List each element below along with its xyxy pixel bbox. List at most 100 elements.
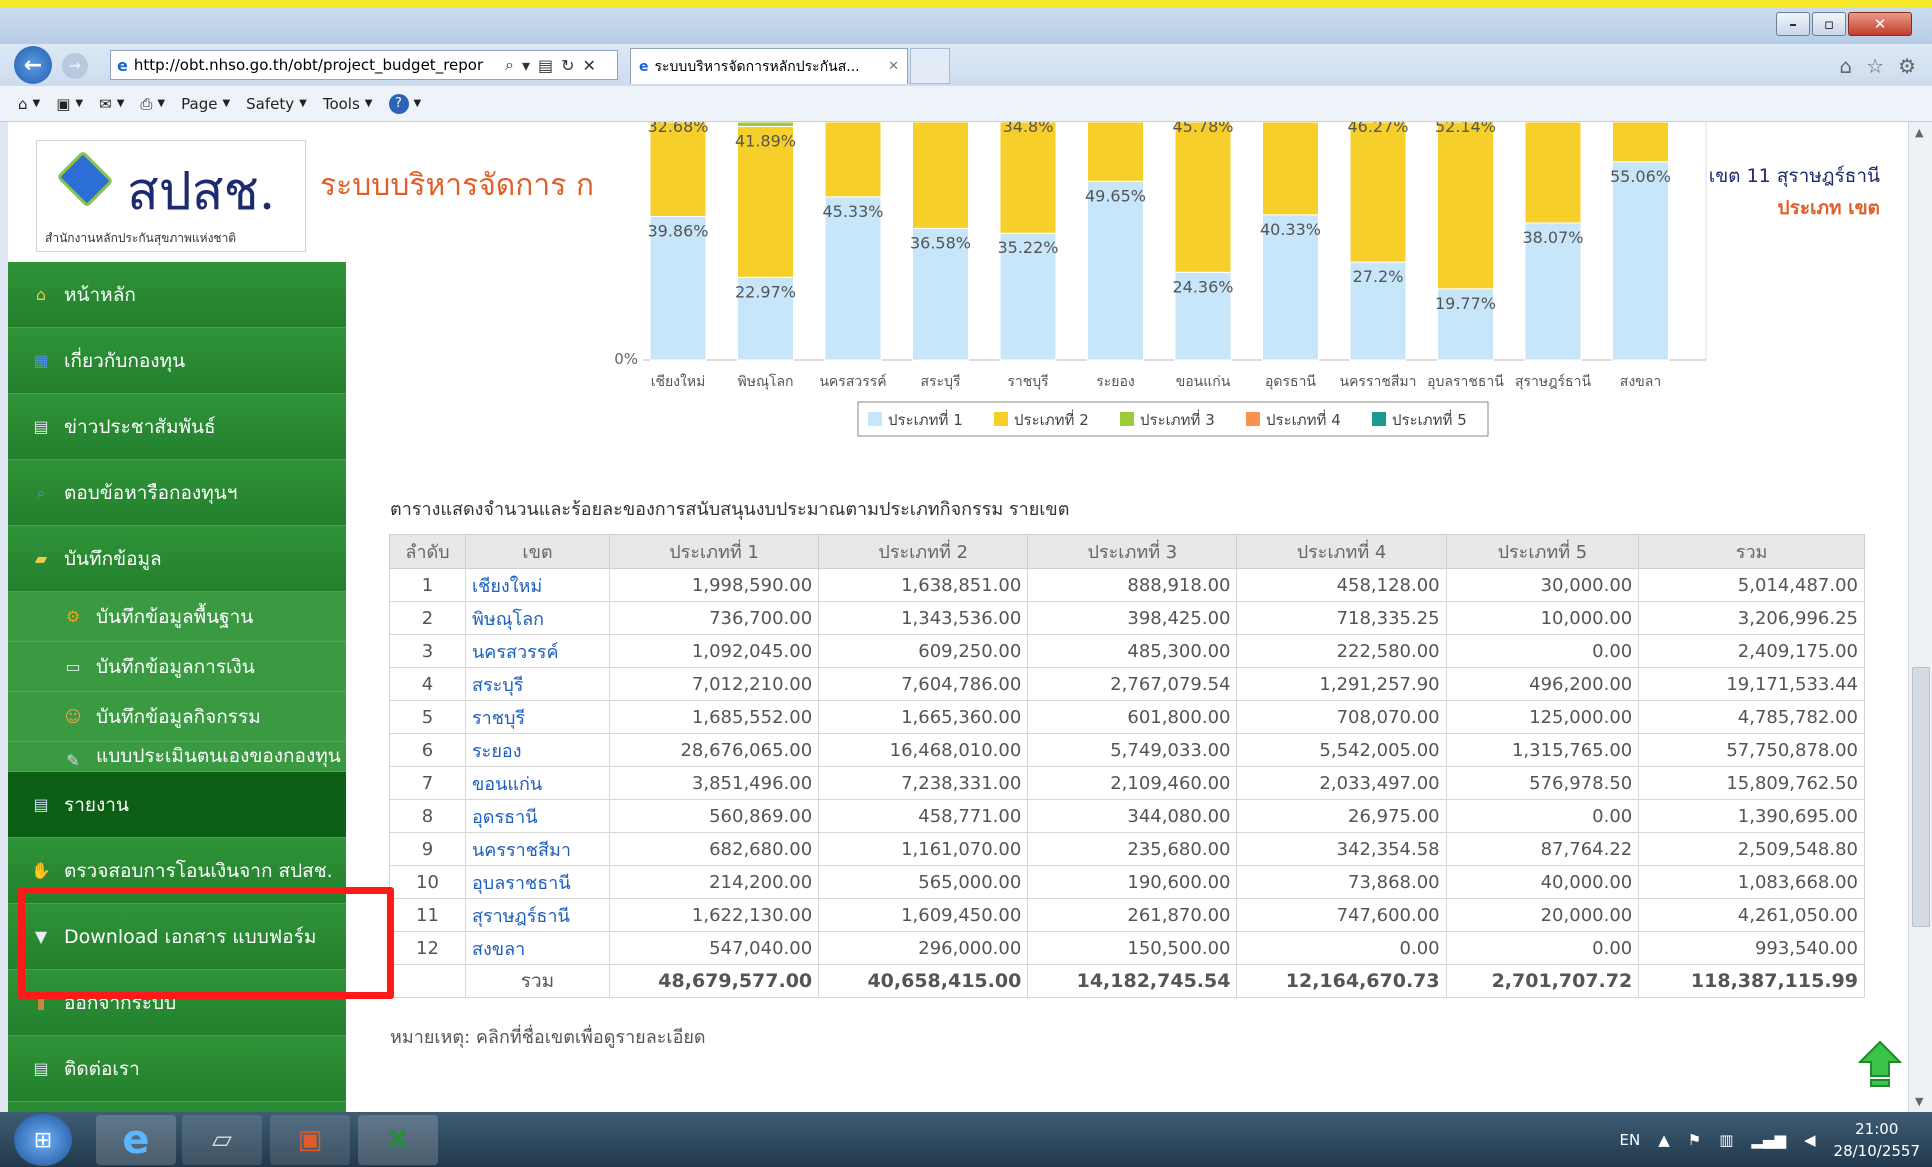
signal-icon[interactable]: ▂▄▆ [1751, 1131, 1786, 1149]
region-link[interactable]: สระบุรี [465, 667, 610, 701]
help-menu[interactable]: ? ▼ [388, 93, 421, 114]
region-link[interactable]: สุราษฎร์ธานี [465, 898, 610, 932]
favorites-star-icon[interactable]: ☆ [1866, 54, 1884, 78]
table-cell: 12 [389, 931, 466, 965]
y-tick-label: 0% [614, 350, 638, 368]
sidebar-item-label: ตรวจสอบการโอนเงินจาก สปสช. [64, 859, 333, 882]
table-cell: 1,622,130.00 [608, 898, 820, 932]
tray-expand-icon[interactable]: ▲ [1658, 1131, 1670, 1149]
table-row: 8 อุดรธานี 560,869.00 458,771.00 344,080.00 2… [389, 799, 1865, 833]
minimize-button[interactable]: – [1776, 12, 1810, 36]
region-link[interactable]: ขอนแก่น [465, 766, 610, 800]
region-link[interactable]: สงขลา [465, 931, 610, 965]
column-header: เขต [465, 534, 610, 569]
close-tab-icon[interactable]: ✕ [888, 59, 899, 74]
scroll-to-top-arrow-icon[interactable] [1858, 1040, 1902, 1092]
taskbar-excel-icon[interactable]: X [358, 1115, 438, 1165]
new-tab-button[interactable] [910, 48, 950, 84]
refresh-icon[interactable]: ↻ [561, 56, 574, 75]
table-cell: 296,000.00 [818, 931, 1029, 965]
forward-button[interactable]: → [62, 53, 88, 79]
page-scrollbar[interactable]: ▲ ▼ [1908, 122, 1932, 1112]
bar-segment [737, 122, 794, 128]
action-center-icon[interactable]: ⚑ [1688, 1131, 1701, 1149]
maximize-button[interactable]: ▫ [1812, 12, 1846, 36]
start-button[interactable]: ⊞ [14, 1114, 72, 1166]
volume-icon[interactable]: ◀ [1804, 1131, 1816, 1149]
language-indicator[interactable]: EN [1619, 1131, 1640, 1149]
tools-menu[interactable]: Tools ▼ [323, 95, 373, 113]
table-cell: 1,609,450.00 [818, 898, 1029, 932]
table-row: 2 พิษณุโลก 736,700.00 1,343,536.00 398,425.0… [389, 601, 1865, 635]
sidebar-item-label: รายงาน [64, 793, 129, 816]
browser-tab[interactable]: e ระบบบริหารจัดการหลักประกันส... ✕ [630, 48, 908, 84]
table-cell: 0.00 [1445, 931, 1640, 965]
sidebar-item-label: ข่าวประชาสัมพันธ์ [64, 415, 216, 438]
region-link[interactable]: พิษณุโลก [465, 601, 610, 635]
network-icon[interactable]: ▥ [1719, 1131, 1733, 1149]
sidebar-item-3[interactable]: ▤ ข่าวประชาสัมพันธ์ [8, 394, 346, 460]
region-link[interactable]: ระยอง [465, 733, 610, 767]
sidebar-item-8[interactable]: ☺ บันทึกข้อมูลกิจกรรม [8, 692, 346, 742]
data-label: 49.65% [1085, 186, 1146, 205]
table-cell: 7,012,210.00 [608, 667, 820, 701]
taskbar-ie-icon[interactable]: e [96, 1115, 176, 1165]
dropdown-icon[interactable]: ▾ [522, 56, 530, 75]
page-menu[interactable]: Page ▼ [181, 95, 230, 113]
table-cell: 30,000.00 [1445, 568, 1640, 602]
x-tick-label: สงขลา [1620, 374, 1661, 390]
feeds-menu[interactable]: ▣ ▼ [56, 95, 83, 113]
table-cell: 993,540.00 [1638, 931, 1865, 965]
table-cell: 496,200.00 [1445, 667, 1640, 701]
sidebar-item-9[interactable]: ✎ แบบประเมินตนเองของกองทุน [8, 742, 346, 772]
data-label: 27.2% [1353, 267, 1404, 286]
compat-view-icon[interactable]: ▤ [538, 56, 553, 75]
scrollbar-thumb[interactable] [1912, 667, 1930, 927]
clock[interactable]: 21:00 28/10/2557 [1834, 1118, 1920, 1162]
sidebar-item-5[interactable]: ▰ บันทึกข้อมูล [8, 526, 346, 592]
data-label: 34.8% [1003, 122, 1054, 136]
home-icon[interactable]: ⌂ [1839, 54, 1852, 78]
region-link[interactable]: ราชบุรี [465, 700, 610, 734]
table-cell: 565,000.00 [818, 865, 1029, 899]
table-cell: 15,809,762.50 [1638, 766, 1865, 800]
scroll-down-arrow-icon[interactable]: ▼ [1915, 1095, 1923, 1108]
legend-label: ประเภทที่ 4 [1266, 409, 1341, 429]
sidebar-item-4[interactable]: ⌕ ตอบข้อหารือกองทุนฯ [8, 460, 346, 526]
sidebar-item-label: หน้าหลัก [64, 283, 136, 306]
back-button[interactable]: ← [14, 46, 52, 84]
total-cell: 40,658,415.00 [818, 964, 1029, 998]
print-menu[interactable]: ⎙ ▼ [140, 95, 165, 113]
sidebar-item-6[interactable]: ⚙ บันทึกข้อมูลพื้นฐาน [8, 592, 346, 642]
table-row: 4 สระบุรี 7,012,210.00 7,604,786.00 2,767,07… [389, 667, 1865, 701]
stop-icon[interactable]: ✕ [583, 56, 596, 75]
tools-menu-label: Tools [322, 94, 360, 113]
sidebar-item-1[interactable]: ⌂ หน้าหลัก [8, 262, 346, 328]
search-icon[interactable]: ⌕ [505, 55, 514, 75]
page-menu-label: Page [181, 94, 218, 113]
safety-menu[interactable]: Safety ▼ [246, 95, 307, 113]
close-window-button[interactable]: ✕ [1848, 12, 1912, 36]
region-link[interactable]: เชียงใหม่ [465, 568, 610, 602]
home-menu[interactable]: ⌂ ▼ [18, 95, 40, 113]
table-cell: 1,161,070.00 [818, 832, 1029, 866]
table-cell: 6 [389, 733, 466, 767]
legend-label: ประเภทที่ 5 [1392, 409, 1467, 429]
sidebar-item-2[interactable]: ▦ เกี่ยวกับกองทุน [8, 328, 346, 394]
hand-icon: ✋ [31, 861, 51, 880]
taskbar-scanner-icon[interactable]: ▱ [182, 1115, 262, 1165]
region-link[interactable]: นครสวรรค์ [465, 634, 610, 668]
address-tools: ⌕ ▾ ▤ ↻ ✕ [505, 50, 596, 80]
gear-icon[interactable]: ⚙ [1898, 54, 1916, 78]
table-cell: 2,767,079.54 [1027, 667, 1238, 701]
sidebar-item-10[interactable]: ▤ รายงาน [8, 772, 346, 838]
sidebar-item-7[interactable]: ▭ บันทึกข้อมูลการเงิน [8, 642, 346, 692]
region-link[interactable]: อุบลราชธานี [465, 865, 610, 899]
site-logo[interactable]: สปสช. สำนักงานหลักประกันสุขภาพแห่งชาติ [36, 140, 306, 252]
region-link[interactable]: นครราชสีมา [465, 832, 610, 866]
region-link[interactable]: อุดรธานี [465, 799, 610, 833]
taskbar-powerpoint-icon[interactable]: ▣ [270, 1115, 350, 1165]
sidebar-item-14[interactable]: ▤ ติดต่อเรา [8, 1036, 346, 1102]
mail-menu[interactable]: ✉ ▼ [99, 95, 124, 113]
scroll-up-arrow-icon[interactable]: ▲ [1915, 126, 1923, 139]
